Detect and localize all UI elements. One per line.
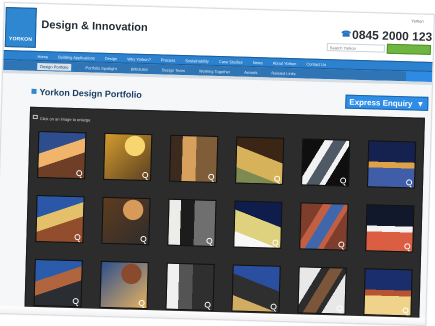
search-input[interactable] [326, 43, 385, 53]
zoom-icon[interactable] [338, 241, 345, 248]
thumbnail-grid [33, 131, 417, 317]
gallery-thumbnail[interactable] [99, 260, 149, 310]
zoom-icon[interactable] [274, 175, 281, 182]
zoom-icon[interactable] [140, 235, 147, 243]
nav-item-news[interactable]: News [253, 59, 263, 64]
top-link[interactable]: Yorkon [411, 18, 423, 23]
zoom-icon[interactable] [204, 301, 211, 308]
gallery-thumbnail[interactable] [37, 131, 87, 180]
phone-text: 0845 2000 123 [351, 27, 433, 44]
chevron-down-icon: ▼ [416, 99, 425, 109]
gallery-thumbnail[interactable] [167, 198, 217, 247]
zoom-icon[interactable] [336, 305, 343, 312]
zoom-icon[interactable] [74, 234, 81, 241]
subnav-item-related-links[interactable]: Related Links [271, 70, 295, 76]
gallery-thumbnail[interactable] [233, 200, 283, 249]
gallery-thumbnail[interactable] [165, 262, 215, 311]
phone-number: ☎ 0845 2000 123 [341, 27, 432, 44]
gallery-thumbnail[interactable] [366, 140, 417, 189]
brand-title: Design & Innovation [41, 19, 148, 35]
zoom-icon[interactable] [270, 303, 277, 310]
gallery-thumbnail[interactable] [35, 194, 85, 244]
gallery-thumbnail[interactable] [231, 264, 281, 313]
logo-text: YORKON [8, 36, 33, 43]
subnav-item-breeam[interactable]: BREEAM [131, 66, 148, 71]
subnav-item-working-together[interactable]: Working Together [199, 68, 230, 74]
zoom-icon[interactable] [340, 177, 347, 184]
phone-icon: ☎ [341, 29, 352, 39]
zoom-icon[interactable] [406, 179, 413, 186]
nav-item-design[interactable]: Design [105, 55, 118, 60]
nav-item-building-applications[interactable]: Building Applications [58, 54, 95, 60]
zoom-icon[interactable] [142, 171, 149, 179]
express-enquiry-button[interactable]: Express Enquiry ▼ [345, 94, 429, 111]
subnav-item-portfolio-spotlight[interactable]: Portfolio Spotlight [85, 65, 116, 71]
gallery-thumbnail[interactable] [33, 258, 83, 308]
site-logo[interactable]: YORKON [4, 7, 37, 48]
nav-item-case-studies[interactable]: Case Studies [219, 59, 243, 65]
zoom-icon[interactable] [138, 299, 145, 307]
gallery-thumbnail[interactable] [297, 266, 347, 315]
subnav-item-awards[interactable]: Awards [244, 69, 257, 74]
section-marker [31, 88, 37, 94]
zoom-icon[interactable] [208, 173, 215, 180]
zoom-icon[interactable] [206, 237, 213, 244]
zoom-icon[interactable] [76, 170, 83, 177]
nav-item-sustainability[interactable]: Sustainability [185, 58, 209, 64]
nav-item-process[interactable]: Process [161, 57, 176, 62]
nav-item-why-yorkon-[interactable]: Why Yorkon? [127, 56, 151, 62]
nav-item-about-yorkon[interactable]: About Yorkon [273, 60, 297, 66]
zoom-icon[interactable] [402, 307, 409, 314]
search-button[interactable] [386, 43, 431, 55]
gallery-thumbnail[interactable] [363, 268, 413, 317]
gallery-thumbnail[interactable] [169, 134, 219, 184]
gallery-thumbnail[interactable] [235, 136, 285, 185]
zoom-icon[interactable] [272, 239, 279, 246]
zoom-icon[interactable] [404, 243, 411, 250]
gallery-thumbnail[interactable] [101, 196, 151, 246]
subnav-item-design-portfolio[interactable]: Design Portfolio [37, 62, 72, 71]
gallery-thumbnail[interactable] [299, 202, 349, 251]
camera-icon [32, 114, 38, 119]
nav-item-home[interactable]: Home [37, 53, 48, 58]
subnav-item-design-team[interactable]: Design Team [162, 67, 185, 73]
subnav-accent [405, 71, 433, 82]
gallery-thumbnail[interactable] [365, 204, 415, 253]
gallery-thumbnail[interactable] [103, 132, 153, 182]
page-title: Yorkon Design Portfolio [39, 87, 142, 100]
zoom-icon[interactable] [72, 298, 79, 305]
gallery-thumbnail[interactable] [300, 138, 351, 187]
browser-page: YORKON Design & Innovation Yorkon ☎ 0845… [0, 2, 435, 326]
nav-item-contact-us[interactable]: Contact Us [306, 61, 326, 67]
express-enquiry-label: Express Enquiry [349, 97, 413, 108]
